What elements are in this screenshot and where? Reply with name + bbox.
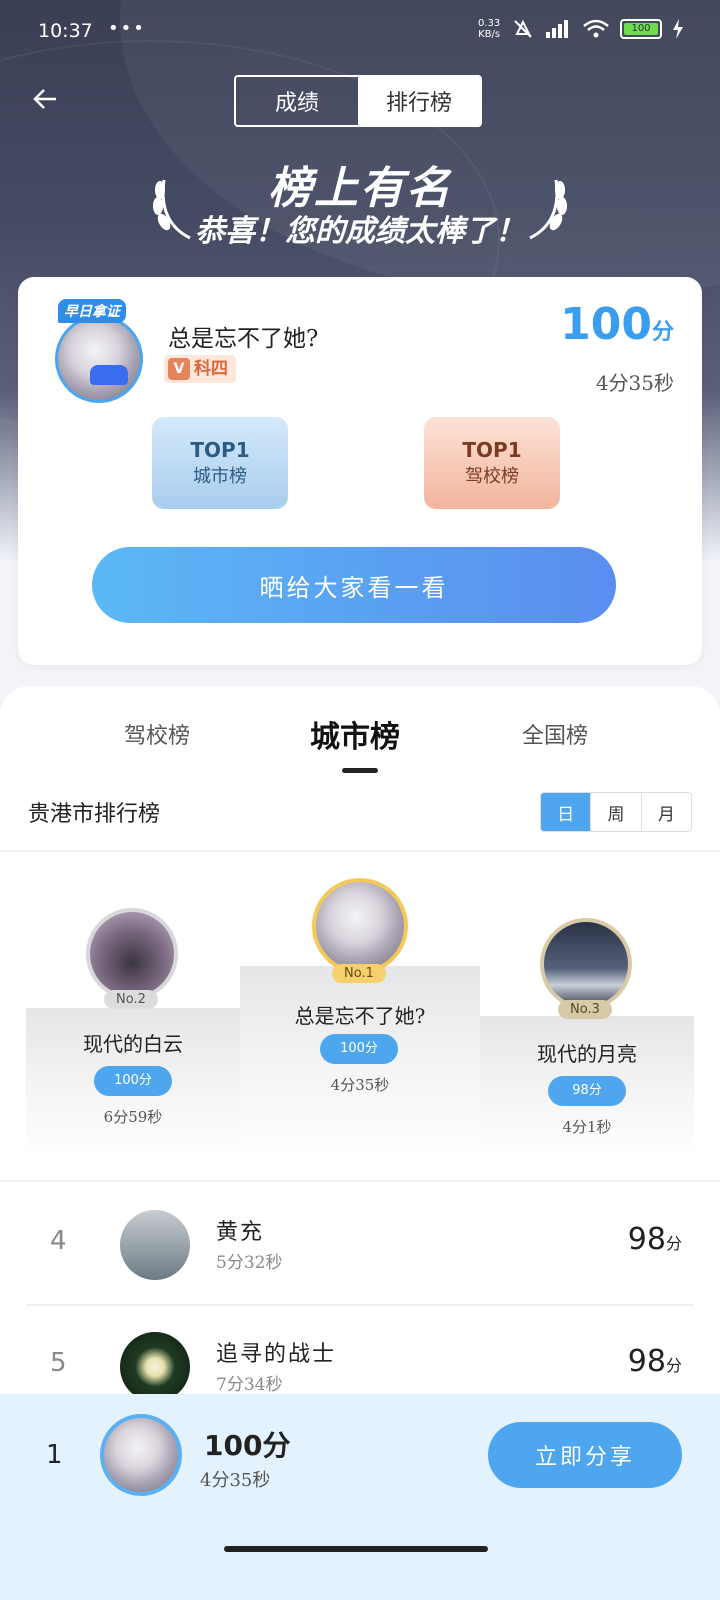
my-rank: 1 <box>46 1440 63 1470</box>
subject-label: 科四 <box>194 359 228 379</box>
net-speed-unit: KB/s <box>478 29 501 40</box>
tab-national[interactable]: 全国榜 <box>522 718 588 750</box>
row-avatar <box>120 1210 190 1280</box>
score-value: 100 <box>560 299 652 350</box>
podium-score-1: 100分 <box>320 1034 398 1064</box>
podium: No.2 No.1 No.3 现代的白云 总是忘不了她? 现代的月亮 100分 … <box>0 866 720 1166</box>
podium-score-3: 98分 <box>548 1076 626 1106</box>
elapsed-time: 4分35秒 <box>595 371 674 395</box>
row-score-unit: 分 <box>665 1356 682 1375</box>
list-item[interactable]: 4 黄充 5分32秒 98分 <box>26 1186 694 1306</box>
city-rank-top: TOP1 <box>190 438 250 462</box>
arrow-left-icon <box>33 89 56 109</box>
podium-avatar-1[interactable] <box>312 878 408 974</box>
leaderboard-tabs: 驾校榜 城市榜 全国榜 <box>0 706 720 776</box>
battery-icon: 100 <box>620 19 662 39</box>
podium-score-2: 100分 <box>94 1066 172 1096</box>
podium-place-1: No.1 <box>332 964 386 983</box>
avatar-badge: 早日拿证 <box>58 299 126 323</box>
avatar-image <box>55 315 143 403</box>
city-rank-label: 城市榜 <box>193 466 247 487</box>
period-week[interactable]: 周 <box>590 793 640 831</box>
row-name: 黄充 <box>216 1220 265 1245</box>
row-rank: 5 <box>50 1348 67 1378</box>
podium-time-1: 4分35秒 <box>330 1076 390 1094</box>
back-button[interactable] <box>30 84 64 118</box>
my-avatar <box>100 1414 182 1496</box>
vip-icon: V <box>168 358 190 380</box>
my-rank-bar: 1 100分 4分35秒 立即分享 <box>0 1394 720 1600</box>
segment-results[interactable]: 成绩 <box>236 77 358 125</box>
subject-tag: V 科四 <box>164 355 236 383</box>
status-bar: 10:37 ••• 0.33 KB/s 100 <box>0 0 720 62</box>
status-dots: ••• <box>108 18 146 39</box>
my-score: 100分 <box>204 1429 291 1462</box>
battery-level: 100 <box>624 23 658 35</box>
share-now-button[interactable]: 立即分享 <box>488 1422 682 1488</box>
row-avatar <box>120 1332 190 1402</box>
podium-place-2: No.2 <box>104 990 158 1009</box>
status-icons: 100 <box>512 18 684 40</box>
period-day[interactable]: 日 <box>541 793 591 831</box>
result-card: 早日拿证 总是忘不了她? V 科四 100分 4分35秒 TOP1 城市榜 TO… <box>18 277 702 665</box>
row-score-value: 98 <box>627 1344 666 1379</box>
podium-place-3: No.3 <box>558 1000 612 1019</box>
row-rank: 4 <box>50 1226 67 1256</box>
status-time: 10:37 <box>38 20 93 42</box>
podium-avatar-3[interactable] <box>540 918 632 1010</box>
row-score: 98分 <box>628 1344 682 1379</box>
podium-time-2: 6分59秒 <box>103 1108 163 1126</box>
wifi-icon <box>583 19 609 38</box>
tab-indicator <box>342 768 378 773</box>
username: 总是忘不了她? <box>168 326 319 352</box>
podium-time-3: 4分1秒 <box>562 1118 612 1136</box>
period-selector: 日 周 月 <box>540 792 692 832</box>
school-rank-label: 驾校榜 <box>465 466 519 487</box>
row-score: 98分 <box>628 1222 682 1257</box>
charging-icon <box>673 19 683 39</box>
tab-school[interactable]: 驾校榜 <box>124 718 190 750</box>
top-segment: 成绩 排行榜 <box>234 75 482 127</box>
school-rank-top: TOP1 <box>462 438 522 462</box>
banner-subtitle: 恭喜！您的成绩太棒了！ <box>195 214 525 249</box>
mute-icon <box>514 19 532 38</box>
podium-name-3: 现代的月亮 <box>537 1042 637 1066</box>
tab-city[interactable]: 城市榜 <box>310 712 400 756</box>
segment-leaderboard[interactable]: 排行榜 <box>358 77 480 125</box>
car-icon <box>90 365 128 385</box>
row-score-unit: 分 <box>665 1234 682 1253</box>
my-time: 4分35秒 <box>200 1470 271 1491</box>
score-unit: 分 <box>651 320 674 345</box>
period-month[interactable]: 月 <box>640 793 691 831</box>
city-rank-badge: TOP1 城市榜 <box>152 417 288 509</box>
row-name: 追寻的战士 <box>216 1342 337 1367</box>
net-speed-value: 0.33 <box>478 18 501 29</box>
signal-icon <box>546 20 568 38</box>
home-indicator[interactable] <box>224 1546 488 1552</box>
podium-name-1: 总是忘不了她? <box>294 1004 426 1028</box>
divider <box>0 1180 720 1182</box>
podium-name-2: 现代的白云 <box>83 1032 183 1056</box>
net-speed: 0.33 KB/s <box>478 18 500 40</box>
podium-avatar-2[interactable] <box>86 908 178 1000</box>
row-time: 5分32秒 <box>216 1253 283 1273</box>
divider <box>0 850 720 852</box>
row-time: 7分34秒 <box>216 1375 283 1395</box>
score: 100分 <box>560 299 674 350</box>
show-off-button[interactable]: 晒给大家看一看 <box>92 547 616 623</box>
school-rank-badge: TOP1 驾校榜 <box>424 417 560 509</box>
board-title: 贵港市排行榜 <box>28 802 161 827</box>
row-score-value: 98 <box>627 1222 666 1257</box>
